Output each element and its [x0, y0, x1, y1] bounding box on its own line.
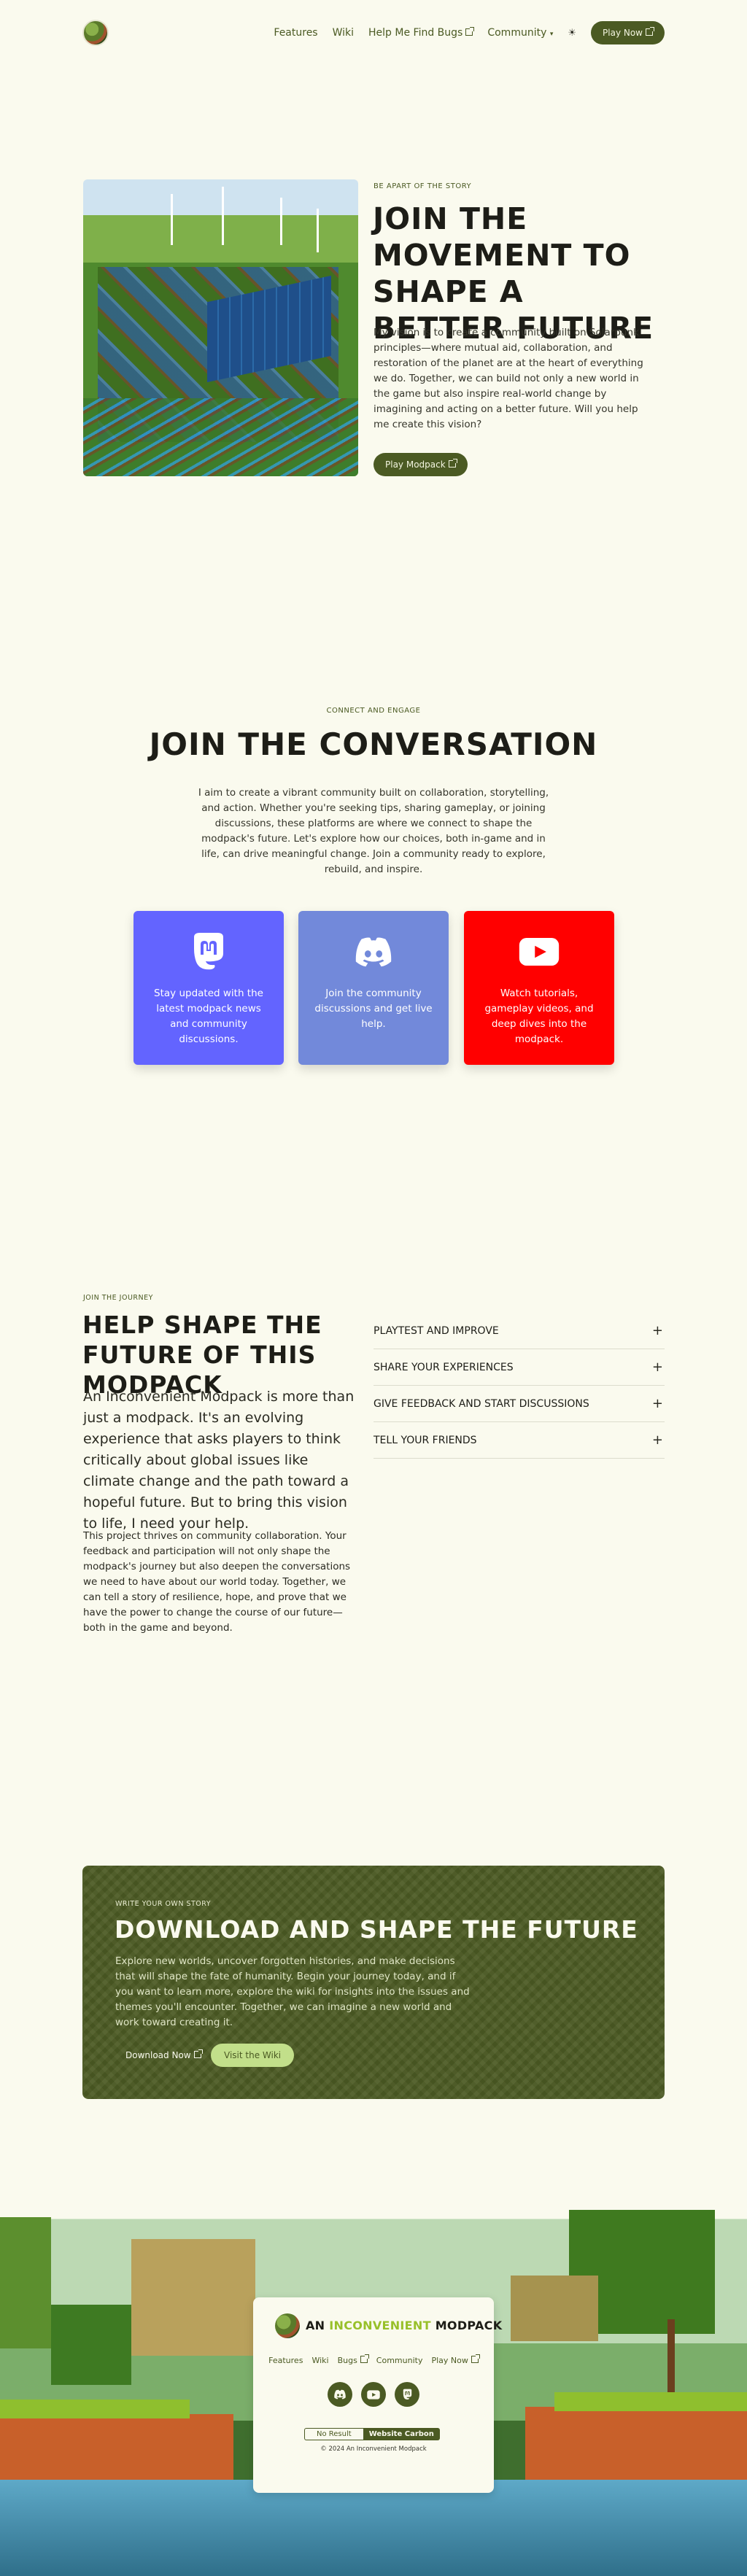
play-now-label: Play Now [603, 28, 643, 38]
conversation-title: JOIN THE CONVERSATION [149, 726, 598, 762]
nav-link-community-label: Community [487, 27, 547, 39]
cta-title: DOWNLOAD AND SHAPE THE FUTURE [115, 1915, 638, 1944]
nav-link-bugs[interactable]: Help Me Find Bugs [368, 27, 475, 39]
youtube-icon [519, 931, 560, 972]
plus-icon: + [651, 1323, 663, 1338]
mastodon-card[interactable]: Stay updated with the latest modpack new… [133, 911, 284, 1065]
external-link-icon [465, 27, 475, 36]
journey-accordion: PLAYTEST AND IMPROVE + SHARE YOUR EXPERIE… [374, 1313, 665, 1459]
accordion-label: GIVE FEEDBACK AND START DISCUSSIONS [374, 1397, 589, 1410]
footer-card: AN INCONVENIENT MODPACK Features Wiki Bu… [253, 2297, 502, 2493]
download-now-label: Download Now [125, 2050, 191, 2060]
discord-icon [353, 931, 394, 972]
nav-link-wiki[interactable]: Wiki [333, 27, 354, 39]
external-link-icon [360, 2354, 369, 2363]
footer-brand: AN INCONVENIENT MODPACK [306, 2319, 502, 2332]
accordion-label: SHARE YOUR EXPERIENCES [374, 1361, 514, 1373]
top-nav: Features Wiki Help Me Find Bugs Communit… [82, 20, 665, 46]
nav-links: Features Wiki Help Me Find Bugs Communit… [274, 20, 665, 46]
hero-eyebrow: BE APART OF THE STORY [374, 182, 472, 190]
cta-eyebrow: WRITE YOUR OWN STORY [115, 1900, 212, 1908]
logo[interactable] [82, 20, 109, 46]
accordion-item-feedback[interactable]: GIVE FEEDBACK AND START DISCUSSIONS + [374, 1386, 665, 1422]
copyright: © 2024 An Inconvenient Modpack [320, 2445, 427, 2453]
plus-icon: + [651, 1432, 663, 1448]
mastodon-icon [188, 931, 229, 972]
discord-card[interactable]: Join the community discussions and get l… [298, 911, 449, 1065]
footer-link-bugs[interactable]: Bugs [337, 2354, 369, 2365]
solarpunk-world-image [83, 179, 358, 476]
hero-title: JOIN THE MOVEMENT TO SHAPE A BETTER FUTU… [373, 201, 654, 346]
footer-link-wiki[interactable]: Wiki [311, 2356, 328, 2365]
journey-lead: An Inconvenient Modpack is more than jus… [83, 1389, 355, 1532]
cta-text: Explore new worlds, uncover forgotten hi… [115, 1955, 470, 2028]
footer-social [253, 2382, 494, 2407]
conversation-eyebrow: CONNECT AND ENGAGE [326, 707, 421, 715]
footer-links: Features Wiki Bugs Community Play Now [253, 2354, 494, 2365]
download-now-button[interactable]: Download Now [115, 2044, 212, 2067]
discord-icon[interactable] [328, 2382, 352, 2407]
nav-link-community[interactable]: Community ▾ [487, 27, 553, 39]
accordion-label: TELL YOUR FRIENDS [374, 1434, 477, 1446]
discord-card-text: Join the community discussions and get l… [314, 988, 433, 1030]
youtube-card-text: Watch tutorials, gameplay videos, and de… [484, 988, 594, 1045]
hero-text: My vision is to create a community built… [374, 327, 643, 430]
visit-wiki-button[interactable]: Visit the Wiki [211, 2044, 295, 2067]
footer-link-features[interactable]: Features [268, 2356, 303, 2365]
nav-link-bugs-label: Help Me Find Bugs [368, 27, 463, 39]
brand-word-inconvenient: INCONVENIENT [329, 2319, 431, 2332]
youtube-icon[interactable] [361, 2382, 386, 2407]
brand-word-an: AN [306, 2319, 325, 2332]
external-link-icon [646, 27, 654, 36]
nav-link-features[interactable]: Features [274, 27, 317, 39]
journey-text: This project thrives on community collab… [83, 1530, 351, 1634]
journey-eyebrow: JOIN THE JOURNEY [83, 1294, 153, 1302]
conversation-text: I aim to create a vibrant community buil… [198, 787, 549, 875]
accordion-label: PLAYTEST AND IMPROVE [374, 1324, 499, 1337]
accordion-item-playtest[interactable]: PLAYTEST AND IMPROVE + [374, 1313, 665, 1349]
external-link-icon [471, 2354, 480, 2363]
accordion-item-friends[interactable]: TELL YOUR FRIENDS + [374, 1422, 665, 1459]
plus-icon: + [651, 1396, 663, 1411]
youtube-card[interactable]: Watch tutorials, gameplay videos, and de… [464, 911, 614, 1065]
mastodon-card-text: Stay updated with the latest modpack new… [154, 988, 263, 1045]
chevron-down-icon: ▾ [549, 31, 554, 38]
footer-link-bugs-label: Bugs [337, 2356, 357, 2365]
plus-icon: + [651, 1359, 663, 1375]
play-modpack-label: Play Modpack [385, 459, 446, 470]
external-link-icon [448, 459, 457, 468]
theme-toggle-icon[interactable]: ☀ [568, 28, 576, 39]
play-now-button[interactable]: Play Now [591, 21, 665, 44]
footer-logo[interactable] [275, 2313, 300, 2338]
footer-link-play-label: Play Now [431, 2356, 468, 2365]
footer-link-play[interactable]: Play Now [431, 2354, 480, 2365]
mastodon-icon[interactable] [395, 2382, 419, 2407]
brand-word-modpack: MODPACK [435, 2319, 503, 2332]
play-modpack-button[interactable]: Play Modpack [374, 453, 468, 476]
carbon-result: No Result [304, 2428, 363, 2440]
carbon-label: Website Carbon [363, 2428, 440, 2440]
website-carbon-badge[interactable]: No Result Website Carbon [304, 2428, 440, 2440]
footer-link-community[interactable]: Community [376, 2356, 423, 2365]
external-link-icon [193, 2049, 203, 2058]
accordion-item-share[interactable]: SHARE YOUR EXPERIENCES + [374, 1349, 665, 1386]
download-cta: WRITE YOUR OWN STORY DOWNLOAD AND SHAPE … [82, 1866, 665, 2099]
